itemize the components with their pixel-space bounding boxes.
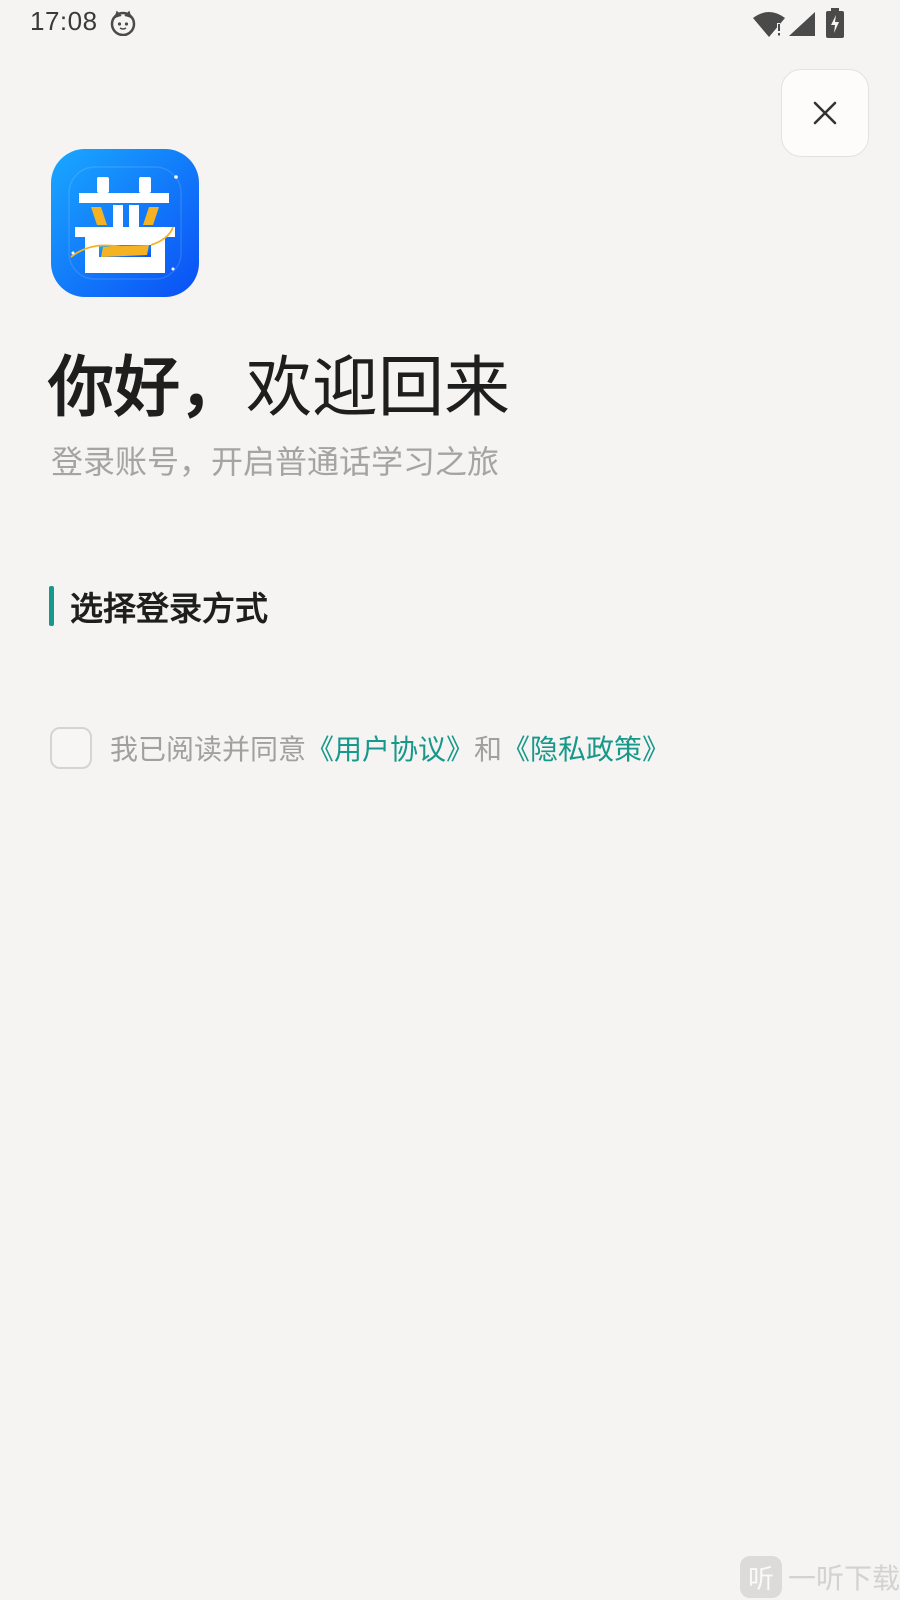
app-logo-icon [51,149,199,297]
page-title: 你好，欢迎回来 [48,348,510,428]
agreement-connector: 和 [474,733,503,766]
cat-notification-icon [110,10,136,36]
user-agreement-link[interactable]: 《用户协议》 [306,733,474,766]
login-method-section-header: 选择登录方式 [49,586,268,628]
page-subtitle: 登录账号，开启普通话学习之旅 [51,443,500,481]
close-icon [813,101,837,125]
section-accent-bar [49,586,54,626]
watermark-text: 一听下载 [788,1562,900,1595]
close-button[interactable] [781,69,869,157]
status-bar: 17:08 [0,0,900,46]
app-logo [51,149,199,297]
section-title: 选择登录方式 [70,589,268,628]
watermark-logo-icon: 听 [740,1556,782,1598]
signal-icon [789,12,815,36]
agreement-text: 我已阅读并同意《用户协议》和《隐私政策》 [110,728,670,768]
agreement-row: 我已阅读并同意《用户协议》和《隐私政策》 [50,726,670,770]
greeting-welcome-back: 欢迎回来 [246,349,510,426]
greeting-hello: 你好， [48,349,246,426]
battery-charging-icon [826,8,844,38]
status-time: 17:08 [30,6,98,36]
agreement-checkbox[interactable] [50,727,92,769]
wifi-icon [753,12,785,37]
watermark: 听 一听下载 [740,1556,900,1598]
agreement-prefix: 我已阅读并同意 [110,733,307,766]
privacy-policy-link[interactable]: 《隐私政策》 [502,733,670,766]
